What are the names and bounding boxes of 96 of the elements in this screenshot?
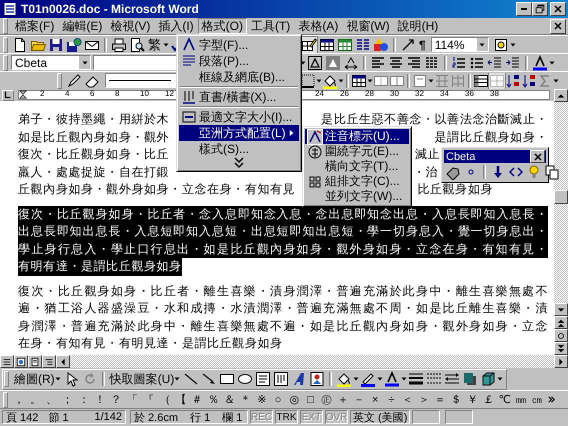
symbol-button[interactable]: ￥	[464, 392, 480, 408]
ruler-number: 12	[165, 89, 174, 99]
menu-item[interactable]: 說明(H)	[394, 18, 442, 34]
symbol-button[interactable]: ！	[92, 392, 108, 408]
language-indicator[interactable]: 英文 (美國)	[350, 410, 410, 424]
status-text: 頁 142	[6, 410, 38, 424]
symbol-button[interactable]: ？	[108, 392, 124, 408]
menu-item[interactable]: 視窗(W)	[342, 18, 394, 34]
symbol-button[interactable]: ：	[76, 392, 92, 408]
paragraph: 復次・比丘觀身如身・比丘者・離生喜樂・漬身潤澤・普遍充滿於此身中・離生喜樂無處不 遍・猶工浴人器盛澡豆・水和成摶・水漬潤澤・普遍充滿無處不周・如是比丘離生喜樂・漬 身潤澤・普遍充滿於此身中・離生喜樂無處不遍・如是比丘觀內身如身・觀外身如身・立念 在身・有知有見・有明見達・是謂比丘觀身如身	[18, 282, 548, 352]
ruler-number: 38	[490, 89, 499, 99]
ruler-number: 24	[315, 89, 324, 99]
menu-item[interactable]: 格式(O)	[198, 18, 247, 34]
symbol-button[interactable]: ℃	[496, 392, 513, 408]
status-text: 欄 1	[222, 410, 242, 424]
zoom-field[interactable]: 114%	[430, 37, 489, 52]
status-text: 行 1	[190, 410, 210, 424]
text-fragment: 羸人・處處捉旋・自在打鍛	[18, 164, 170, 180]
menu-option[interactable]: 樣式(S)...	[179, 141, 299, 157]
text-fragment: 弟子・彼持墨繩・用絣於木	[18, 111, 170, 128]
symbol-button[interactable]: ￡	[480, 392, 497, 408]
convert-button[interactable]: 繁	[146, 36, 163, 52]
status-text: 於 2.6cm	[134, 410, 178, 424]
menu-item[interactable]: 檢視(V)	[106, 18, 154, 34]
show-marks-button[interactable]: ¶	[417, 36, 428, 52]
ruler-number: 8	[115, 89, 120, 99]
symbol-button[interactable]: ㎝	[529, 392, 546, 408]
menu-item[interactable]: 編輯(E)	[58, 18, 106, 34]
ruler-number: 34	[440, 89, 449, 99]
symbol-button[interactable]: 、	[43, 392, 60, 408]
text-fragment: 比丘觀身如身	[417, 181, 493, 198]
text-fragment: 是比丘生惡不善念・以善法念治斷滅止・	[321, 111, 548, 128]
symbol-button[interactable]: ○	[270, 392, 286, 408]
symbol-button[interactable]: －	[350, 392, 368, 408]
symbol-button[interactable]: ，	[11, 392, 28, 408]
symbol-button[interactable]: ＜	[400, 392, 416, 408]
symbol-button[interactable]: 「	[124, 392, 140, 408]
style-field[interactable]: Cbeta	[11, 55, 91, 70]
ruler-number: 2	[40, 89, 44, 99]
selected-paragraph: 復次・比丘觀身如身・比丘者・念入息即知念入息・念出息即知念出息・入息長即知入息長・ 出息長即知出息長・入息短即知入息短・出息短即知出息短・學一切身息入・覺一切身息出・ 學止身行息入・學止口行息出・如是比丘觀內身如身・觀外身如身・立念在身・有知有見・ 有明有達・是謂比丘觀身如身	[18, 206, 548, 276]
text-fragment: 滅止	[414, 146, 440, 163]
symbol-button[interactable]: ＆	[221, 392, 238, 408]
symbol-button[interactable]: ＞	[416, 392, 432, 408]
symbol-button[interactable]: ＄	[448, 392, 464, 408]
status-text: 節 1	[48, 410, 69, 424]
window-title: T01n0026.doc - Microsoft Word	[21, 2, 200, 16]
symbol-button[interactable]: ；	[60, 392, 76, 408]
menu-option[interactable]: 圍繞字元(E)...	[305, 144, 409, 159]
menu-option[interactable]: 直書/橫書(X)...	[179, 89, 299, 105]
symbol-button[interactable]: ＋	[334, 392, 351, 408]
text-fragment: 如是比丘觀內身如身・觀外	[18, 128, 170, 146]
menu-option[interactable]: 亞洲方式配置(L)	[179, 125, 299, 141]
symbol-button[interactable]: 【	[172, 392, 190, 408]
symbol-button[interactable]: ◎	[286, 392, 302, 408]
ruler-number: 36	[465, 89, 474, 99]
ruler-number: 32	[415, 89, 424, 99]
symbol-button[interactable]: ×	[367, 392, 384, 408]
symbol-button[interactable]: （	[156, 392, 173, 408]
ruler-number: 10	[140, 89, 149, 99]
menu-item[interactable]: 檔案(F)	[11, 18, 58, 34]
symbol-button[interactable]: ＊	[238, 392, 254, 408]
menu-option[interactable]: 框線及網底(B)...	[179, 69, 299, 85]
menu-option[interactable]: 段落(P)...	[179, 53, 299, 69]
menu-option[interactable]: 最適文字大小(I)...	[179, 109, 299, 125]
symbol-button[interactable]: ＃	[189, 392, 206, 408]
ruler-number: 28	[365, 89, 374, 99]
draw-menu-button[interactable]: 繪圖(R)	[12, 371, 63, 387]
ruler-number: 30	[390, 89, 399, 99]
symbol-button[interactable]: 。	[27, 392, 44, 408]
symbol-button[interactable]: ㊣	[318, 392, 335, 408]
autoshapes-button[interactable]: 快取圖案(U)	[108, 371, 182, 387]
menu-option[interactable]: 橫向文字(T)...	[305, 159, 409, 174]
menu-option[interactable]: 並列文字(W)...	[305, 189, 409, 204]
symbol-button[interactable]: ％	[205, 392, 222, 408]
text-fragment: ・治	[412, 164, 438, 180]
symbol-button[interactable]: ㎜	[512, 392, 529, 408]
symbol-button[interactable]: ÷	[383, 392, 400, 408]
ruler-number: 6	[90, 89, 94, 99]
menu-item[interactable]: 插入(I)	[154, 18, 198, 34]
menu-option[interactable]: 字型(F)...	[179, 37, 299, 53]
text-fragment: 復次・比丘觀身如身・比丘	[18, 146, 170, 163]
text-fragment: 是謂比丘觀身如身・	[434, 128, 548, 146]
symbol-button[interactable]: ※	[254, 392, 270, 408]
ruler-number: 4	[65, 89, 70, 99]
menu-item[interactable]: 表格(A)	[294, 18, 342, 34]
menu-option[interactable]: 注音標示(U)...	[305, 129, 409, 144]
toolbar-title: Cbeta	[446, 150, 476, 162]
menu-option[interactable]: 組排文字(C)...	[305, 174, 409, 189]
status-text: 1/142	[94, 411, 122, 423]
symbol-button[interactable]: 『	[140, 392, 157, 408]
text-fragment: 丘觀內身如身・觀外身如身・立念在身・有知有見	[18, 181, 296, 198]
symbol-button[interactable]: □	[302, 392, 319, 408]
menu-item[interactable]: 工具(T)	[246, 18, 294, 34]
symbol-button[interactable]: ＝	[432, 392, 448, 408]
ruler-number: 26	[340, 89, 349, 99]
status-indicator[interactable]: TRK	[275, 410, 298, 424]
